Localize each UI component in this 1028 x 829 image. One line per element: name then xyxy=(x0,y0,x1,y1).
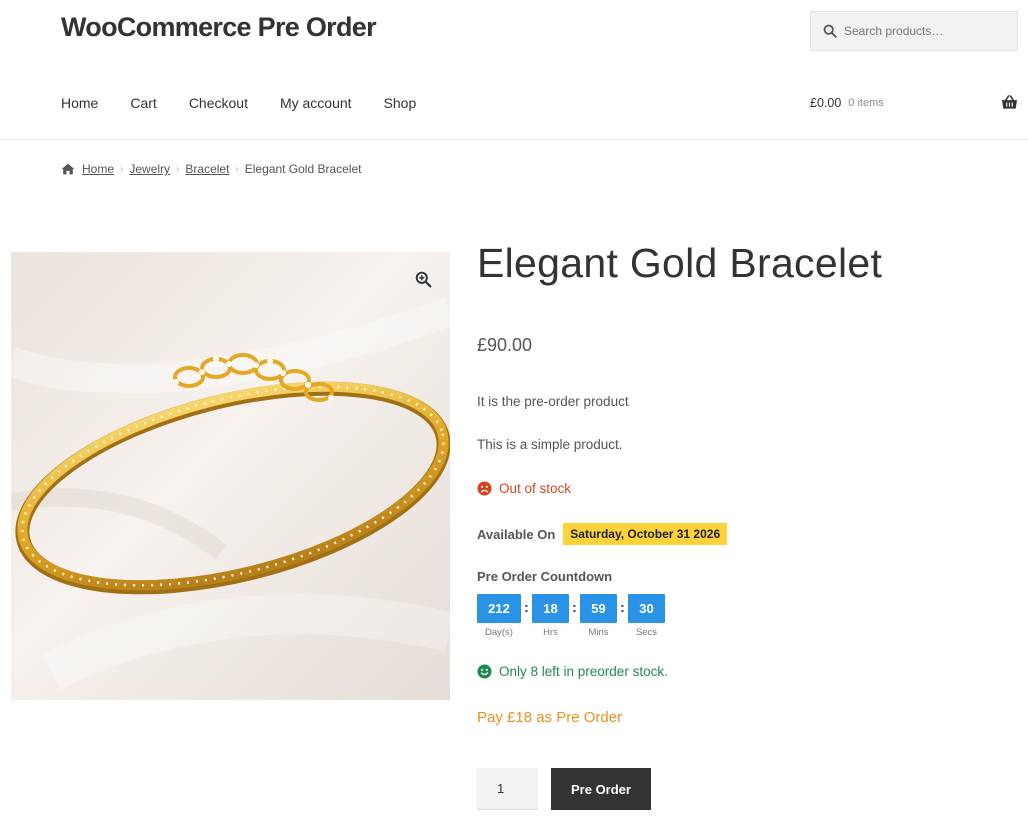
stock-status-text: Out of stock xyxy=(499,481,572,496)
countdown-minutes-value: 59 xyxy=(580,594,617,623)
countdown-separator: : xyxy=(572,599,577,615)
available-label: Available On xyxy=(477,526,556,542)
product-title: Elegant Gold Bracelet xyxy=(477,240,883,286)
search-input[interactable] xyxy=(844,24,1014,38)
product-price: £90.00 xyxy=(477,335,533,355)
preorder-stock-text: Only 8 left in preorder stock. xyxy=(499,664,668,679)
breadcrumb: Home › Jewelry › Bracelet › Elegant Gold… xyxy=(61,162,362,176)
countdown-separator: : xyxy=(620,599,625,615)
search-icon xyxy=(823,24,837,38)
countdown-hours-label: Hrs xyxy=(543,627,558,638)
search-box[interactable] xyxy=(810,11,1018,51)
chevron-right-icon: › xyxy=(176,163,180,175)
countdown-timer: 212 Day(s) : 18 Hrs : 59 Mins : 30 Secs xyxy=(477,594,665,638)
breadcrumb-jewelry[interactable]: Jewelry xyxy=(129,162,170,176)
countdown-seconds-label: Secs xyxy=(635,627,658,638)
cart-amount: £0.00 xyxy=(810,95,842,110)
nav-shop[interactable]: Shop xyxy=(384,95,417,111)
countdown-seconds: 30 Secs xyxy=(628,594,665,638)
countdown-days: 212 Day(s) xyxy=(477,594,521,638)
basket-icon[interactable] xyxy=(1001,95,1018,110)
chevron-right-icon: › xyxy=(120,163,124,175)
available-date-badge: Saturday, October 31 2026 xyxy=(563,523,728,545)
home-icon xyxy=(61,163,75,175)
nav-my-account[interactable]: My account xyxy=(280,95,352,111)
countdown-hours-value: 18 xyxy=(532,594,569,623)
countdown-seconds-value: 30 xyxy=(628,594,665,623)
mini-cart[interactable]: £0.00 0 items xyxy=(810,95,1018,110)
site-title[interactable]: WooCommerce Pre Order xyxy=(61,12,377,43)
product-image[interactable] xyxy=(11,252,450,700)
breadcrumb-home[interactable]: Home xyxy=(82,162,114,176)
nav-home[interactable]: Home xyxy=(61,95,98,111)
chevron-right-icon: › xyxy=(235,163,239,175)
stock-status: Out of stock xyxy=(477,481,571,496)
preorder-payment-text: Pay £18 as Pre Order xyxy=(477,709,623,726)
sad-face-icon xyxy=(477,481,492,496)
countdown-title: Pre Order Countdown xyxy=(477,569,613,584)
countdown-minutes: 59 Mins xyxy=(580,594,617,638)
breadcrumb-current: Elegant Gold Bracelet xyxy=(244,162,362,176)
countdown-days-value: 212 xyxy=(477,594,521,623)
zoom-icon[interactable] xyxy=(412,268,434,290)
bracelet-photo xyxy=(11,252,450,700)
availability: Available On Saturday, October 31 2026 xyxy=(477,523,728,545)
nav-checkout[interactable]: Checkout xyxy=(189,95,248,111)
pre-order-button[interactable]: Pre Order xyxy=(551,768,651,810)
quantity-input[interactable] xyxy=(477,768,538,810)
countdown-hours: 18 Hrs xyxy=(532,594,569,638)
breadcrumb-bracelet[interactable]: Bracelet xyxy=(185,162,229,176)
primary-nav: Home Cart Checkout My account Shop xyxy=(61,95,448,111)
nav-cart[interactable]: Cart xyxy=(130,95,156,111)
preorder-stock: Only 8 left in preorder stock. xyxy=(477,664,668,679)
smile-face-icon xyxy=(477,664,492,679)
countdown-minutes-label: Mins xyxy=(588,627,609,638)
product-description-2: This is a simple product. xyxy=(477,437,623,452)
cart-count: 0 items xyxy=(848,96,884,109)
product-description-1: It is the pre-order product xyxy=(477,394,629,409)
countdown-days-label: Day(s) xyxy=(485,627,513,638)
countdown-separator: : xyxy=(524,599,529,615)
header-divider xyxy=(0,139,1028,140)
